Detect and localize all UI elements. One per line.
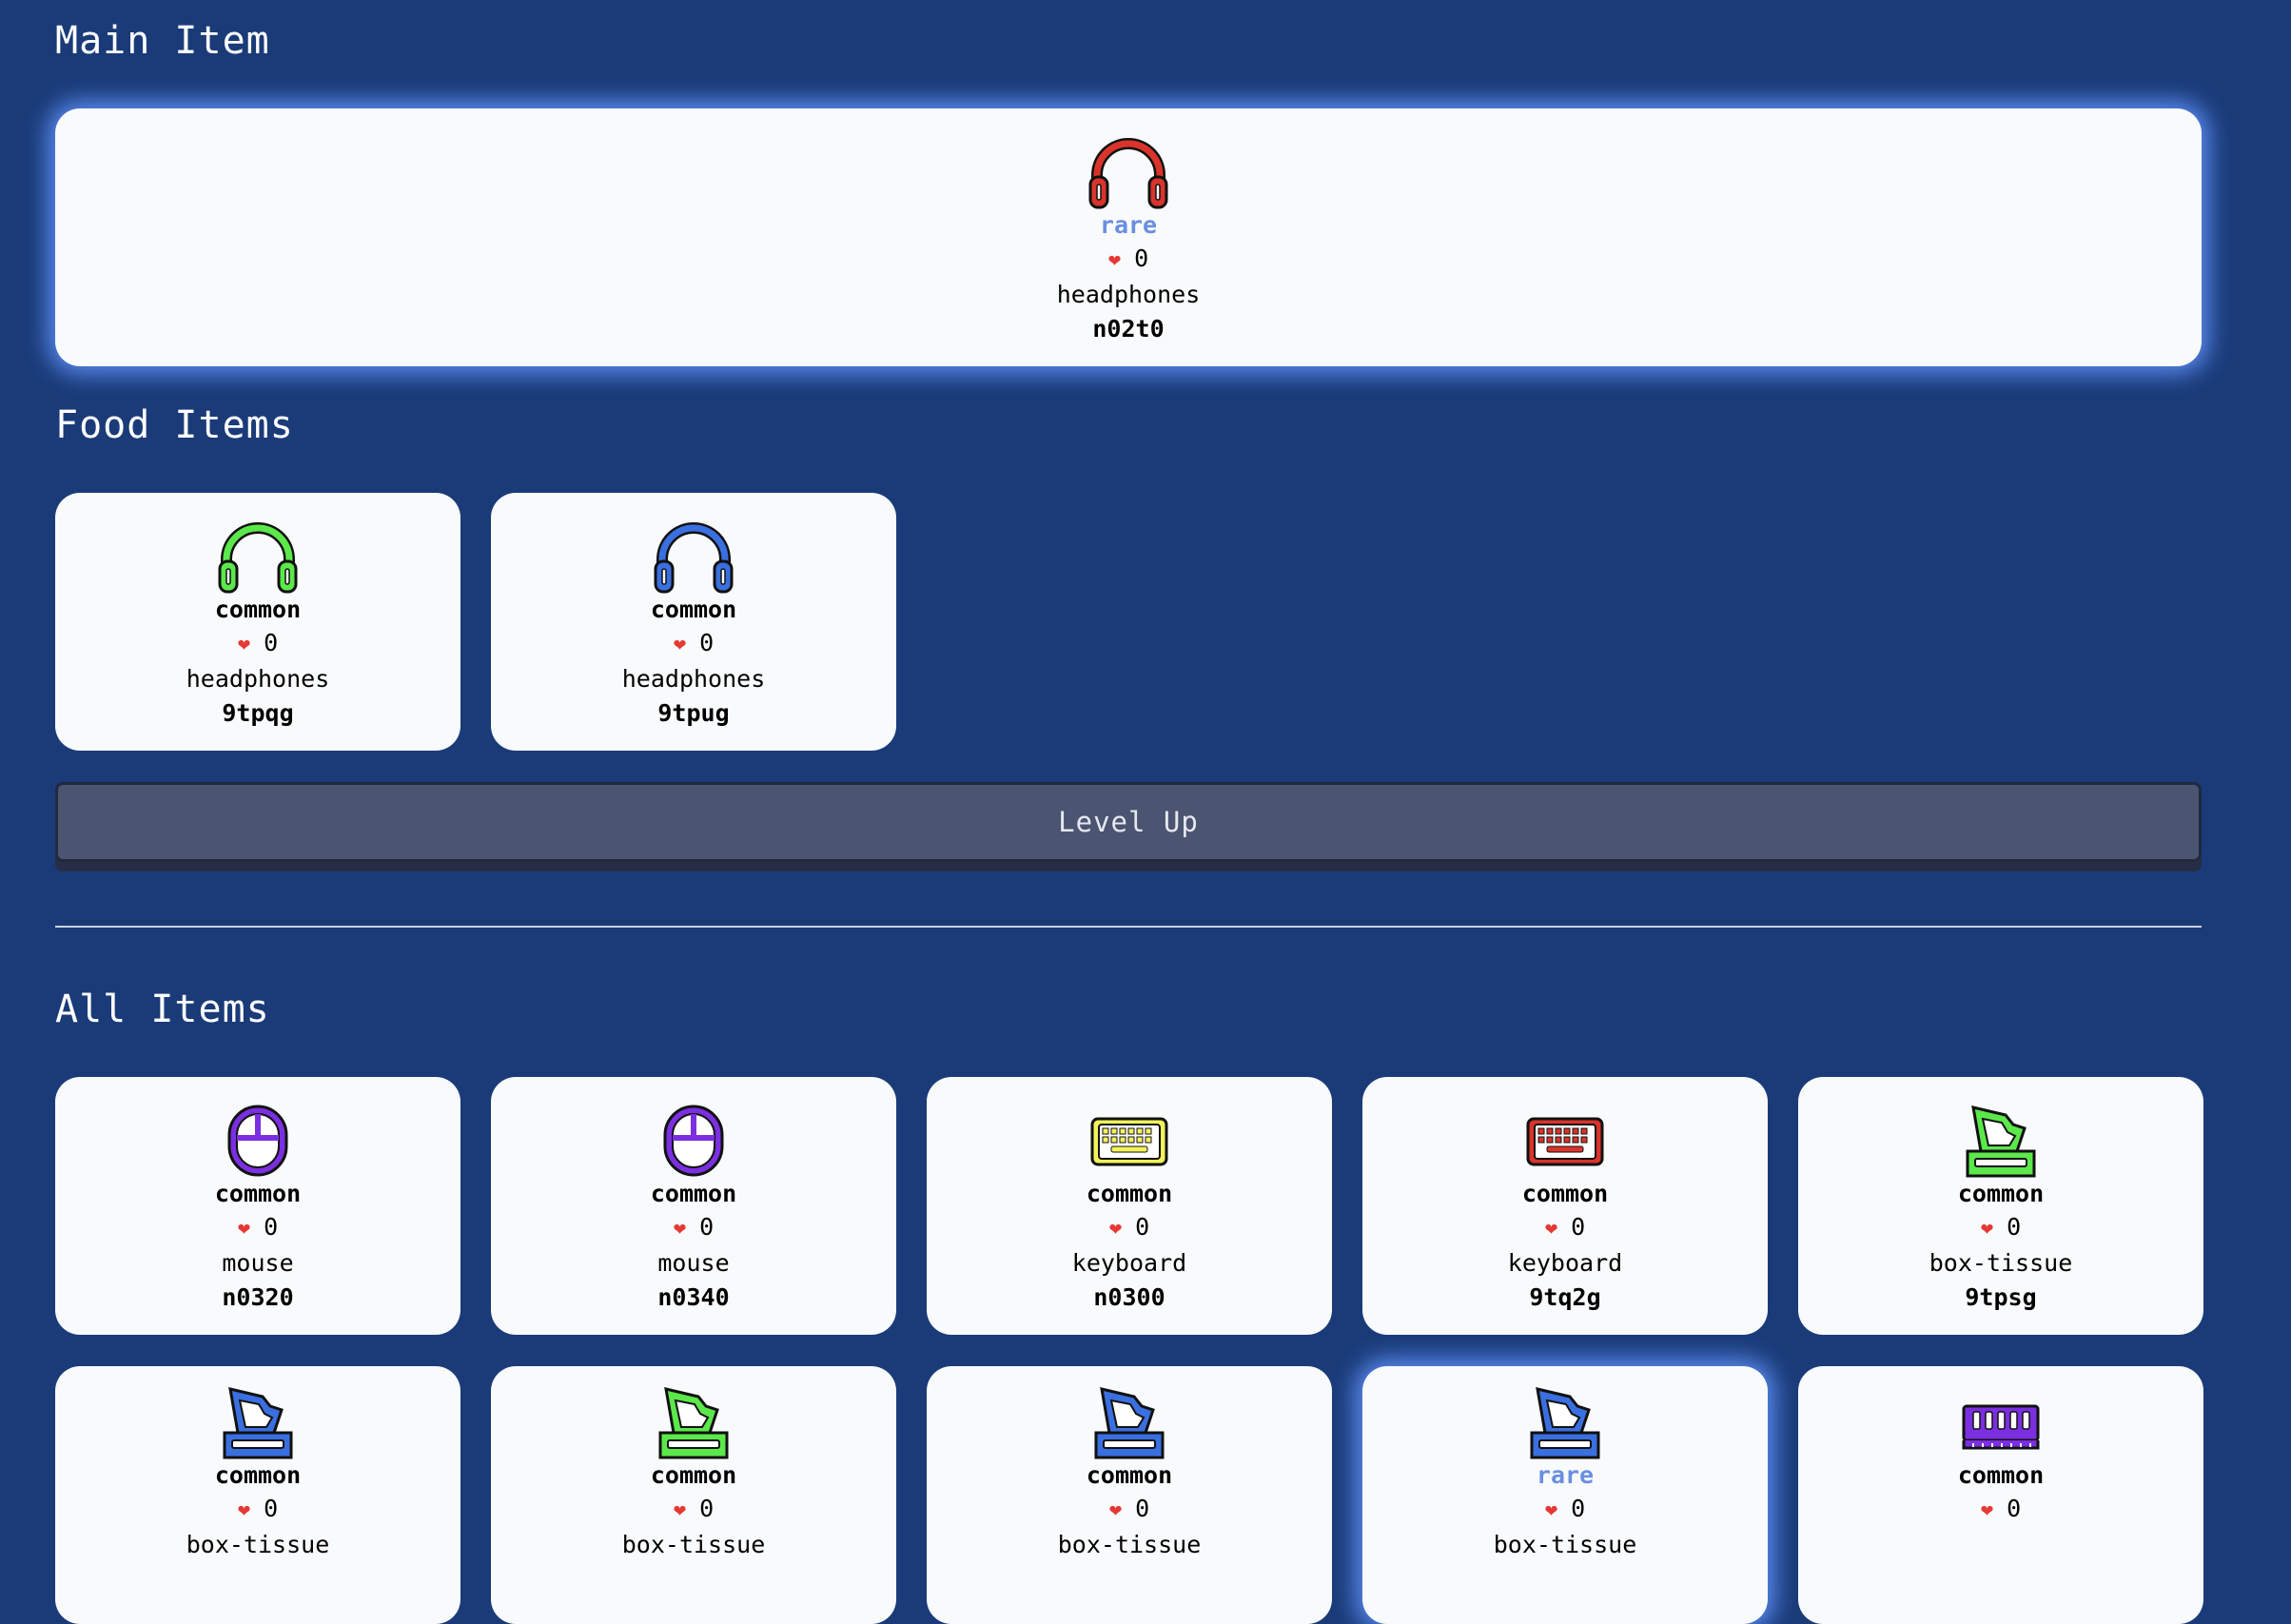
item-code: 9tpsg — [1965, 1283, 2037, 1311]
food-item-card[interactable]: common ❤ 0 headphones 9tpqg — [55, 493, 460, 751]
item-card[interactable]: common ❤ 0 keyboard n0300 — [927, 1077, 1332, 1335]
item-name: mouse — [222, 1249, 294, 1277]
heart-icon: ❤ — [237, 1217, 251, 1241]
likes-count: ❤ 0 — [237, 629, 279, 656]
heart-icon: ❤ — [673, 1498, 687, 1522]
memory-icon — [1962, 1404, 2040, 1450]
rarity-label: common — [650, 596, 737, 623]
likes-count: ❤ 0 — [1544, 1213, 1586, 1241]
item-code: 9tpug — [657, 699, 730, 727]
item-name: keyboard — [1071, 1249, 1187, 1277]
main-item-card[interactable]: rare ❤ 0 headphones n02t0 — [55, 108, 2202, 366]
item-code: n02t0 — [1092, 315, 1165, 342]
item-card[interactable]: common ❤ 0 box-tissue — [55, 1366, 460, 1624]
heart-icon: ❤ — [1108, 1217, 1123, 1241]
item-code: 9tpqg — [222, 699, 294, 727]
rarity-label: common — [650, 1461, 737, 1489]
item-name: box-tissue — [621, 1531, 766, 1558]
box-tissue-icon — [223, 1387, 293, 1459]
item-name: box-tissue — [1493, 1531, 1637, 1558]
rarity-label: rare — [1536, 1461, 1595, 1489]
heart-icon: ❤ — [237, 633, 251, 656]
item-name: box-tissue — [186, 1531, 330, 1558]
headphones-icon — [218, 522, 298, 594]
item-code: n0320 — [222, 1283, 294, 1311]
heart-icon: ❤ — [673, 633, 687, 656]
food-item-card[interactable]: common ❤ 0 headphones 9tpug — [491, 493, 896, 751]
likes-count: ❤ 0 — [237, 1495, 279, 1522]
box-tissue-icon — [1094, 1387, 1165, 1459]
main-item-heading: Main Item — [55, 19, 270, 63]
heart-icon: ❤ — [1544, 1217, 1558, 1241]
item-name: keyboard — [1507, 1249, 1623, 1277]
heart-icon: ❤ — [237, 1498, 251, 1522]
heart-icon: ❤ — [1980, 1498, 1994, 1522]
heart-icon: ❤ — [1107, 248, 1122, 272]
likes-count: ❤ 0 — [673, 629, 715, 656]
rarity-label: common — [1086, 1180, 1173, 1207]
headphones-icon — [1088, 138, 1168, 209]
heart-icon: ❤ — [1544, 1498, 1558, 1522]
likes-count: ❤ 0 — [673, 1213, 715, 1241]
mouse-icon — [227, 1105, 288, 1177]
rarity-label: common — [214, 1461, 302, 1489]
box-tissue-icon — [1966, 1105, 2036, 1178]
item-card[interactable]: common ❤ 0 mouse n0340 — [491, 1077, 896, 1335]
item-name: box-tissue — [1929, 1249, 2073, 1277]
rarity-label: common — [214, 596, 302, 623]
item-name: headphones — [621, 665, 766, 693]
item-code: n0340 — [657, 1283, 730, 1311]
likes-count: ❤ 0 — [1544, 1495, 1586, 1522]
likes-count: ❤ 0 — [673, 1495, 715, 1522]
heart-icon: ❤ — [673, 1217, 687, 1241]
item-code: 9tq2g — [1529, 1283, 1601, 1311]
item-name: box-tissue — [1057, 1531, 1202, 1558]
item-name: headphones — [1056, 281, 1201, 308]
likes-count: ❤ 0 — [1107, 245, 1149, 272]
rarity-label: common — [1957, 1180, 2045, 1207]
item-card[interactable]: common ❤ 0 box-tissue — [491, 1366, 896, 1624]
item-name: mouse — [657, 1249, 730, 1277]
section-divider — [55, 926, 2202, 928]
item-card[interactable]: common ❤ 0 box-tissue 9tpsg — [1798, 1077, 2203, 1335]
item-card[interactable]: rare ❤ 0 box-tissue — [1362, 1366, 1768, 1624]
item-code: n0300 — [1093, 1283, 1165, 1311]
rarity-label: common — [1957, 1461, 2045, 1489]
rarity-label: rare — [1099, 211, 1158, 239]
item-card[interactable]: common ❤ 0 keyboard 9tq2g — [1362, 1077, 1768, 1335]
mouse-icon — [663, 1105, 724, 1177]
rarity-label: common — [650, 1180, 737, 1207]
item-card[interactable]: common ❤ 0 mouse n0320 — [55, 1077, 460, 1335]
box-tissue-icon — [1530, 1387, 1600, 1459]
rarity-label: common — [214, 1180, 302, 1207]
keyboard-icon — [1526, 1117, 1604, 1166]
keyboard-icon — [1090, 1117, 1168, 1166]
heart-icon: ❤ — [1980, 1217, 1994, 1241]
headphones-icon — [654, 522, 734, 594]
likes-count: ❤ 0 — [1980, 1213, 2022, 1241]
box-tissue-icon — [658, 1387, 729, 1459]
all-items-heading: All Items — [55, 988, 270, 1031]
level-up-button[interactable]: Level Up — [55, 782, 2202, 862]
likes-count: ❤ 0 — [1108, 1213, 1150, 1241]
item-card[interactable]: common ❤ 0 box-tissue — [927, 1366, 1332, 1624]
rarity-label: common — [1086, 1461, 1173, 1489]
likes-count: ❤ 0 — [1980, 1495, 2022, 1522]
item-name: headphones — [186, 665, 330, 693]
item-card[interactable]: common ❤ 0 — [1798, 1366, 2203, 1624]
rarity-label: common — [1521, 1180, 1609, 1207]
food-items-heading: Food Items — [55, 403, 294, 447]
heart-icon: ❤ — [1108, 1498, 1123, 1522]
likes-count: ❤ 0 — [237, 1213, 279, 1241]
likes-count: ❤ 0 — [1108, 1495, 1150, 1522]
